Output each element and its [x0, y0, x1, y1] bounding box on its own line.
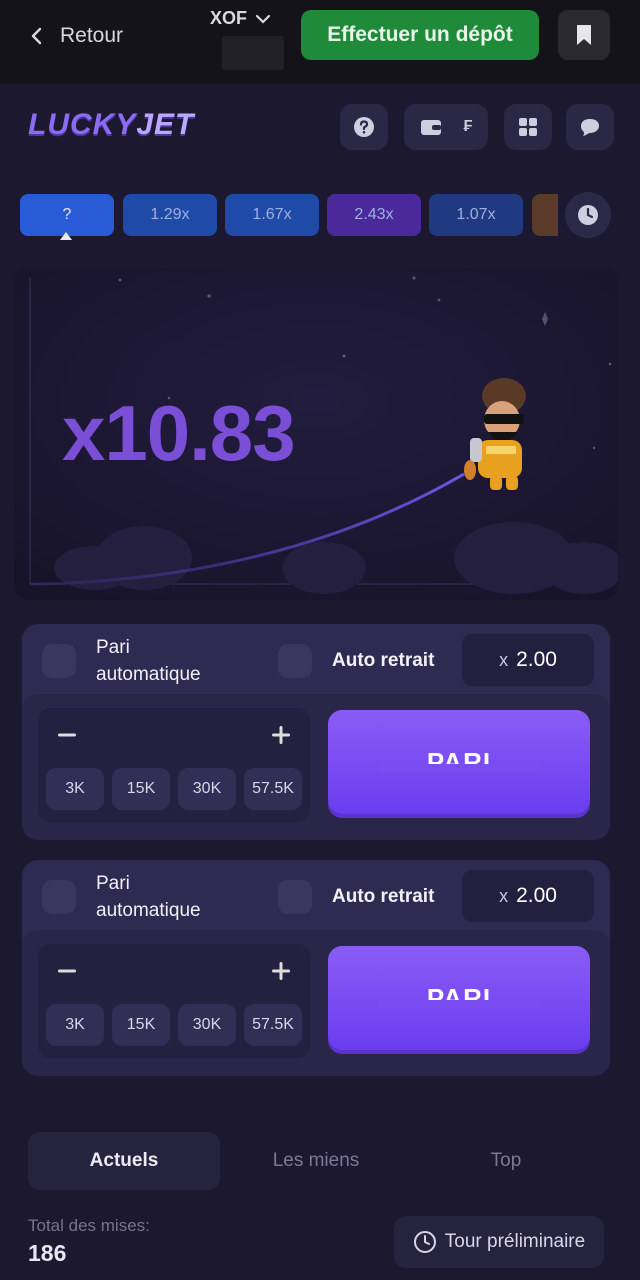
- cashout-prefix: x: [499, 885, 509, 906]
- quick-amount-button[interactable]: 3K: [46, 768, 104, 810]
- logo-part1: LUCKY: [28, 108, 137, 141]
- tab-mine[interactable]: Les miens: [220, 1132, 412, 1190]
- plus-icon: [272, 726, 290, 744]
- logo-part2: JET: [136, 108, 195, 141]
- auto-bet-label: Pari automatique: [96, 870, 201, 924]
- quick-amount-button[interactable]: 15K: [112, 1004, 170, 1046]
- cashout-prefix: x: [499, 649, 509, 670]
- auto-cashout-label: Auto retrait: [332, 650, 435, 671]
- auto-bet-label-line1: Pari: [96, 637, 130, 658]
- game-canvas: x10.83: [14, 268, 618, 600]
- auto-cashout-checkbox[interactable]: [278, 880, 312, 914]
- tab-top[interactable]: Top: [410, 1132, 602, 1190]
- menu-grid-button[interactable]: [504, 104, 552, 150]
- quick-amount-button[interactable]: 3K: [46, 1004, 104, 1046]
- total-bets-value: 186: [28, 1240, 67, 1266]
- history-chip-partial[interactable]: [532, 194, 558, 236]
- chevron-down-icon: [255, 14, 271, 24]
- quick-amount-button[interactable]: 15K: [112, 768, 170, 810]
- history-chip[interactable]: 1.07x: [429, 194, 523, 236]
- clock-icon: [578, 205, 598, 225]
- bet-button-indicator: [378, 1000, 540, 1008]
- history-chip[interactable]: 1.67x: [225, 194, 319, 236]
- history-button[interactable]: [565, 192, 611, 238]
- currency-label: XOF: [210, 8, 248, 28]
- auto-bet-checkbox[interactable]: [42, 644, 76, 678]
- history-chip-current[interactable]: ?: [20, 194, 114, 236]
- luckyjet-logo: LUCKYJET: [28, 108, 194, 142]
- auto-cashout-checkbox[interactable]: [278, 644, 312, 678]
- place-bet-button[interactable]: PARI: [328, 710, 590, 814]
- balance-redacted: [222, 36, 284, 70]
- tab-current[interactable]: Actuels: [28, 1132, 220, 1190]
- auto-cashout-label: Auto retrait: [332, 886, 435, 907]
- auto-bet-label-line2: automatique: [96, 900, 201, 921]
- wallet-button[interactable]: ₣: [404, 104, 488, 150]
- bet-amount-box: 3K 15K 30K 57.5K: [38, 708, 310, 822]
- previous-round-label: Tour préliminaire: [444, 1231, 586, 1252]
- increase-amount-button[interactable]: [260, 950, 302, 992]
- plus-icon: [272, 962, 290, 980]
- cashout-value: 2.00: [516, 648, 557, 671]
- back-label: Retour: [60, 24, 124, 47]
- deposit-button[interactable]: Effectuer un dépôt: [301, 10, 539, 60]
- auto-bet-label: Pari automatique: [96, 634, 201, 688]
- decrease-amount-button[interactable]: [46, 950, 88, 992]
- auto-bet-label-line1: Pari: [96, 873, 130, 894]
- chevron-left-icon: [31, 27, 42, 45]
- auto-cashout-input[interactable]: x 2.00: [462, 870, 594, 922]
- bookmark-button[interactable]: [558, 10, 610, 60]
- help-button[interactable]: [340, 104, 388, 150]
- auto-bet-checkbox[interactable]: [42, 880, 76, 914]
- grid-icon: [519, 118, 537, 136]
- bet-panel-2: Pari automatique Auto retrait x 2.00 3K …: [22, 860, 610, 1076]
- auto-cashout-input[interactable]: x 2.00: [462, 634, 594, 686]
- quick-amount-button[interactable]: 30K: [178, 768, 236, 810]
- bookmark-icon: [577, 25, 591, 45]
- bet-panel-1: Pari automatique Auto retrait x 2.00 3K …: [22, 624, 610, 840]
- total-bets-label: Total des mises:: [28, 1216, 150, 1235]
- current-round-pointer-icon: [60, 232, 72, 240]
- bet-amount-input[interactable]: [92, 716, 256, 756]
- clock-icon: [413, 1231, 436, 1253]
- current-multiplier: x10.83: [62, 389, 296, 477]
- currency-selector[interactable]: XOF: [210, 8, 271, 29]
- top-bar: Retour XOF Effectuer un dépôt: [0, 0, 640, 84]
- place-bet-button[interactable]: PARI: [328, 946, 590, 1050]
- chat-button[interactable]: [566, 104, 614, 150]
- wallet-icon: [420, 120, 441, 135]
- bets-tabs: Actuels Les miens Top: [28, 1132, 608, 1190]
- cashout-value: 2.00: [516, 884, 557, 907]
- bet-button-indicator: [378, 764, 540, 772]
- question-icon: [354, 117, 374, 137]
- minus-icon: [58, 969, 76, 973]
- auto-bet-label-line2: automatique: [96, 664, 201, 685]
- wallet-currency: ₣: [463, 118, 473, 135]
- previous-round-button[interactable]: Tour préliminaire: [394, 1216, 604, 1268]
- quick-amount-button[interactable]: 57.5K: [244, 1004, 302, 1046]
- history-chip[interactable]: 1.29x: [123, 194, 217, 236]
- back-button[interactable]: Retour: [28, 18, 123, 54]
- history-chip[interactable]: 2.43x: [327, 194, 421, 236]
- quick-amount-button[interactable]: 57.5K: [244, 768, 302, 810]
- decrease-amount-button[interactable]: [46, 714, 88, 756]
- bet-panel-options: Pari automatique Auto retrait x 2.00: [22, 860, 610, 930]
- multiplier-history: ? 1.29x 1.67x 2.43x 1.07x: [20, 192, 620, 240]
- quick-amount-button[interactable]: 30K: [178, 1004, 236, 1046]
- bet-amount-box: 3K 15K 30K 57.5K: [38, 944, 310, 1058]
- quick-amounts: 3K 15K 30K 57.5K: [46, 1004, 302, 1048]
- increase-amount-button[interactable]: [260, 714, 302, 756]
- bet-amount-input[interactable]: [92, 952, 256, 992]
- minus-icon: [58, 733, 76, 737]
- quick-amounts: 3K 15K 30K 57.5K: [46, 768, 302, 812]
- chat-icon: [581, 119, 599, 136]
- bet-panel-options: Pari automatique Auto retrait x 2.00: [22, 624, 610, 694]
